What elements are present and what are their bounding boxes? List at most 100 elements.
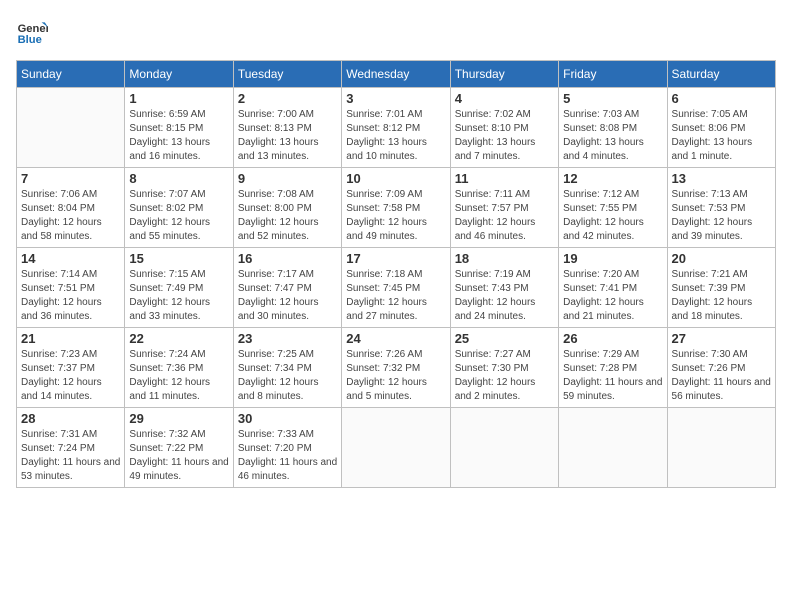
day-info: Sunrise: 7:02 AMSunset: 8:10 PMDaylight:… bbox=[455, 108, 554, 164]
calendar-cell: 28 Sunrise: 7:31 AMSunset: 7:24 PMDayligh… bbox=[17, 408, 125, 488]
logo-icon: General Blue bbox=[16, 16, 48, 48]
day-info: Sunrise: 7:14 AMSunset: 7:51 PMDaylight:… bbox=[21, 268, 120, 324]
calendar-table: SundayMondayTuesdayWednesdayThursdayFrid… bbox=[16, 60, 776, 488]
calendar-cell: 30 Sunrise: 7:33 AMSunset: 7:20 PMDayligh… bbox=[233, 408, 341, 488]
calendar-cell: 4 Sunrise: 7:02 AMSunset: 8:10 PMDaylight… bbox=[450, 88, 558, 168]
day-number: 10 bbox=[346, 171, 445, 186]
day-number: 7 bbox=[21, 171, 120, 186]
calendar-cell: 24 Sunrise: 7:26 AMSunset: 7:32 PMDayligh… bbox=[342, 328, 450, 408]
day-info: Sunrise: 7:07 AMSunset: 8:02 PMDaylight:… bbox=[129, 188, 228, 244]
day-info: Sunrise: 7:19 AMSunset: 7:43 PMDaylight:… bbox=[455, 268, 554, 324]
day-number: 23 bbox=[238, 331, 337, 346]
day-info: Sunrise: 7:31 AMSunset: 7:24 PMDaylight:… bbox=[21, 428, 120, 484]
calendar-cell: 25Sunrise: 7:27 AMSunset: 7:30 PMDayligh… bbox=[450, 328, 558, 408]
calendar-cell bbox=[450, 408, 558, 488]
day-number: 6 bbox=[672, 91, 771, 106]
calendar-cell: 29 Sunrise: 7:32 AMSunset: 7:22 PMDayligh… bbox=[125, 408, 233, 488]
calendar-cell: 23 Sunrise: 7:25 AMSunset: 7:34 PMDayligh… bbox=[233, 328, 341, 408]
day-info: Sunrise: 7:21 AMSunset: 7:39 PMDaylight:… bbox=[672, 268, 771, 324]
day-info: Sunrise: 7:33 AMSunset: 7:20 PMDaylight:… bbox=[238, 428, 337, 484]
calendar-cell: 11 Sunrise: 7:11 AMSunset: 7:57 PMDayligh… bbox=[450, 168, 558, 248]
calendar-cell: 7 Sunrise: 7:06 AMSunset: 8:04 PMDaylight… bbox=[17, 168, 125, 248]
day-number: 14 bbox=[21, 251, 120, 266]
weekday-header-row: SundayMondayTuesdayWednesdayThursdayFrid… bbox=[17, 61, 776, 88]
day-number: 12 bbox=[563, 171, 662, 186]
day-info: Sunrise: 7:23 AMSunset: 7:37 PMDaylight:… bbox=[21, 348, 120, 404]
day-number: 2 bbox=[238, 91, 337, 106]
calendar-cell: 22 Sunrise: 7:24 AMSunset: 7:36 PMDayligh… bbox=[125, 328, 233, 408]
day-number: 28 bbox=[21, 411, 120, 426]
week-row-4: 28 Sunrise: 7:31 AMSunset: 7:24 PMDayligh… bbox=[17, 408, 776, 488]
day-number: 13 bbox=[672, 171, 771, 186]
svg-text:General: General bbox=[18, 23, 48, 35]
day-info: Sunrise: 7:29 AMSunset: 7:28 PMDaylight:… bbox=[563, 348, 662, 404]
day-number: 19 bbox=[563, 251, 662, 266]
calendar-cell: 15Sunrise: 7:15 AMSunset: 7:49 PMDayligh… bbox=[125, 248, 233, 328]
calendar-cell: 16 Sunrise: 7:17 AMSunset: 7:47 PMDayligh… bbox=[233, 248, 341, 328]
day-number: 20 bbox=[672, 251, 771, 266]
day-number: 18 bbox=[455, 251, 554, 266]
day-number: 11 bbox=[455, 171, 554, 186]
day-number: 29 bbox=[129, 411, 228, 426]
day-info: Sunrise: 6:59 AMSunset: 8:15 PMDaylight:… bbox=[129, 108, 228, 164]
day-info: Sunrise: 7:17 AMSunset: 7:47 PMDaylight:… bbox=[238, 268, 337, 324]
day-number: 8 bbox=[129, 171, 228, 186]
day-number: 5 bbox=[563, 91, 662, 106]
day-number: 21 bbox=[21, 331, 120, 346]
day-number: 3 bbox=[346, 91, 445, 106]
day-info: Sunrise: 7:11 AMSunset: 7:57 PMDaylight:… bbox=[455, 188, 554, 244]
day-info: Sunrise: 7:09 AMSunset: 7:58 PMDaylight:… bbox=[346, 188, 445, 244]
weekday-header-saturday: Saturday bbox=[667, 61, 775, 88]
calendar-cell: 18 Sunrise: 7:19 AMSunset: 7:43 PMDayligh… bbox=[450, 248, 558, 328]
day-info: Sunrise: 7:27 AMSunset: 7:30 PMDaylight:… bbox=[455, 348, 554, 404]
day-info: Sunrise: 7:18 AMSunset: 7:45 PMDaylight:… bbox=[346, 268, 445, 324]
day-info: Sunrise: 7:13 AMSunset: 7:53 PMDaylight:… bbox=[672, 188, 771, 244]
day-info: Sunrise: 7:15 AMSunset: 7:49 PMDaylight:… bbox=[129, 268, 228, 324]
day-info: Sunrise: 7:25 AMSunset: 7:34 PMDaylight:… bbox=[238, 348, 337, 404]
day-info: Sunrise: 7:30 AMSunset: 7:26 PMDaylight:… bbox=[672, 348, 771, 404]
day-number: 1 bbox=[129, 91, 228, 106]
calendar-cell: 5 Sunrise: 7:03 AMSunset: 8:08 PMDaylight… bbox=[559, 88, 667, 168]
day-number: 24 bbox=[346, 331, 445, 346]
week-row-3: 21 Sunrise: 7:23 AMSunset: 7:37 PMDayligh… bbox=[17, 328, 776, 408]
weekday-header-wednesday: Wednesday bbox=[342, 61, 450, 88]
calendar-cell: 19Sunrise: 7:20 AMSunset: 7:41 PMDayligh… bbox=[559, 248, 667, 328]
day-info: Sunrise: 7:06 AMSunset: 8:04 PMDaylight:… bbox=[21, 188, 120, 244]
calendar-cell: 9 Sunrise: 7:08 AMSunset: 8:00 PMDaylight… bbox=[233, 168, 341, 248]
calendar-cell: 13 Sunrise: 7:13 AMSunset: 7:53 PMDayligh… bbox=[667, 168, 775, 248]
day-number: 27 bbox=[672, 331, 771, 346]
logo: General Blue bbox=[16, 16, 48, 48]
day-info: Sunrise: 7:05 AMSunset: 8:06 PMDaylight:… bbox=[672, 108, 771, 164]
weekday-header-monday: Monday bbox=[125, 61, 233, 88]
weekday-header-thursday: Thursday bbox=[450, 61, 558, 88]
day-info: Sunrise: 7:08 AMSunset: 8:00 PMDaylight:… bbox=[238, 188, 337, 244]
calendar-cell: 21 Sunrise: 7:23 AMSunset: 7:37 PMDayligh… bbox=[17, 328, 125, 408]
calendar-cell: 14 Sunrise: 7:14 AMSunset: 7:51 PMDayligh… bbox=[17, 248, 125, 328]
calendar-cell bbox=[559, 408, 667, 488]
week-row-2: 14 Sunrise: 7:14 AMSunset: 7:51 PMDayligh… bbox=[17, 248, 776, 328]
day-number: 16 bbox=[238, 251, 337, 266]
day-info: Sunrise: 7:01 AMSunset: 8:12 PMDaylight:… bbox=[346, 108, 445, 164]
day-info: Sunrise: 7:12 AMSunset: 7:55 PMDaylight:… bbox=[563, 188, 662, 244]
day-info: Sunrise: 7:32 AMSunset: 7:22 PMDaylight:… bbox=[129, 428, 228, 484]
calendar-cell bbox=[667, 408, 775, 488]
day-info: Sunrise: 7:26 AMSunset: 7:32 PMDaylight:… bbox=[346, 348, 445, 404]
calendar-cell: 17Sunrise: 7:18 AMSunset: 7:45 PMDayligh… bbox=[342, 248, 450, 328]
svg-text:Blue: Blue bbox=[18, 34, 42, 46]
day-info: Sunrise: 7:03 AMSunset: 8:08 PMDaylight:… bbox=[563, 108, 662, 164]
day-number: 4 bbox=[455, 91, 554, 106]
calendar-cell bbox=[17, 88, 125, 168]
calendar-cell: 1 Sunrise: 6:59 AMSunset: 8:15 PMDaylight… bbox=[125, 88, 233, 168]
calendar-cell: 6 Sunrise: 7:05 AMSunset: 8:06 PMDaylight… bbox=[667, 88, 775, 168]
week-row-0: 1 Sunrise: 6:59 AMSunset: 8:15 PMDaylight… bbox=[17, 88, 776, 168]
calendar-cell: 27 Sunrise: 7:30 AMSunset: 7:26 PMDayligh… bbox=[667, 328, 775, 408]
day-number: 30 bbox=[238, 411, 337, 426]
day-number: 22 bbox=[129, 331, 228, 346]
week-row-1: 7 Sunrise: 7:06 AMSunset: 8:04 PMDaylight… bbox=[17, 168, 776, 248]
day-number: 9 bbox=[238, 171, 337, 186]
page-header: General Blue bbox=[16, 16, 776, 48]
day-info: Sunrise: 7:24 AMSunset: 7:36 PMDaylight:… bbox=[129, 348, 228, 404]
calendar-cell: 10 Sunrise: 7:09 AMSunset: 7:58 PMDayligh… bbox=[342, 168, 450, 248]
calendar-cell bbox=[342, 408, 450, 488]
weekday-header-tuesday: Tuesday bbox=[233, 61, 341, 88]
